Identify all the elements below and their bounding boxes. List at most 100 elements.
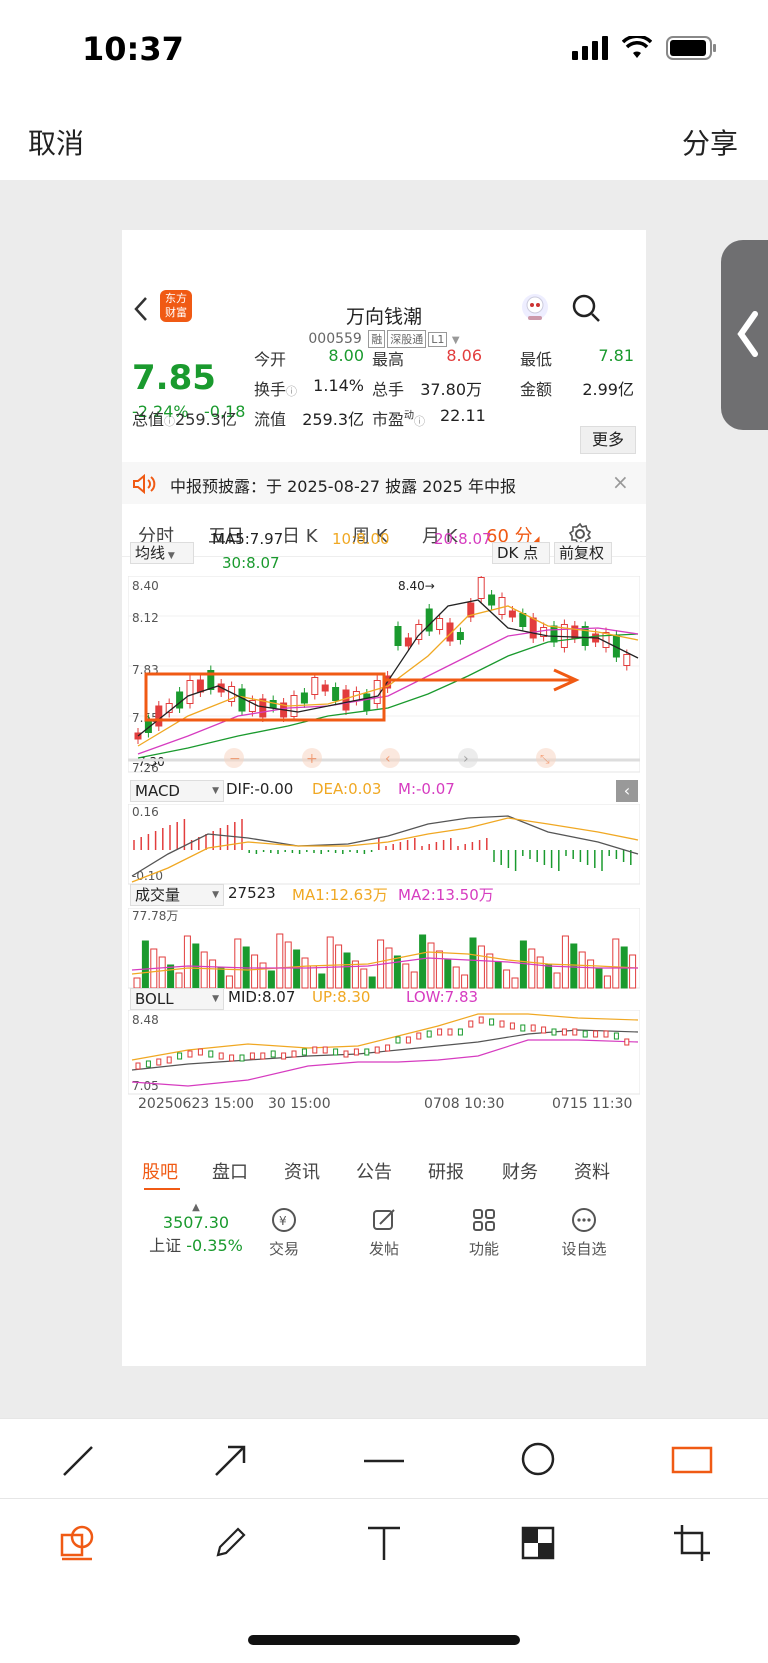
volume-bar [410, 971, 418, 989]
mosaic-tool-icon[interactable] [520, 1525, 556, 1561]
rectangle-tool-icon[interactable] [670, 1443, 714, 1477]
grid-icon [473, 1209, 495, 1231]
boll-candle [166, 1056, 172, 1064]
boll-candle [291, 1050, 297, 1058]
shapes-mode-icon[interactable] [58, 1523, 98, 1563]
volume-value: 37.80万 [420, 380, 482, 399]
candle-body [155, 705, 163, 727]
volume-bar [528, 948, 536, 989]
tab-guba[interactable]: 股吧 [142, 1158, 178, 1184]
boll-candle [156, 1058, 162, 1066]
svg-text:‹: ‹ [385, 751, 391, 767]
boll-candle [270, 1050, 276, 1058]
speaker-icon [133, 474, 156, 494]
candle-body [332, 687, 340, 701]
status-time: 10:37 [82, 30, 184, 68]
pencil-icon[interactable] [210, 1523, 250, 1563]
notice-text: 中报预披露：于 2025-08-27 披露 2025 年中报 [170, 477, 517, 496]
trade-button[interactable]: ¥ 交易 [252, 1206, 316, 1259]
dk-button[interactable]: DK 点 [492, 542, 550, 564]
side-drawer-handle[interactable] [721, 240, 768, 430]
candle-body [196, 679, 204, 693]
macd-select[interactable]: MACD ▼ [130, 780, 224, 802]
boll-tick-2: 7.05 [132, 1079, 159, 1093]
boll-candle [572, 1028, 578, 1036]
info-icon: ⓘ [286, 385, 298, 398]
boll-candle [374, 1046, 380, 1054]
tab-research[interactable]: 研报 [428, 1158, 464, 1184]
svg-text:+: + [306, 751, 318, 767]
chevron-left-icon [737, 311, 758, 357]
boll-tick-1: 8.48 [132, 1013, 159, 1027]
share-button[interactable]: 分享 [682, 122, 738, 162]
close-icon[interactable]: × [612, 470, 629, 494]
boll-candle [197, 1048, 203, 1056]
line-tool-icon[interactable] [58, 1441, 98, 1481]
bottom-dock: ▲ 3507.30 上证 -0.35% ¥ 交易 发帖 功能 设自选 [122, 1190, 646, 1366]
volume-bar [486, 953, 494, 989]
float-value: 259.3亿 [302, 410, 364, 429]
functions-button[interactable]: 功能 [452, 1206, 516, 1259]
tab-news[interactable]: 资讯 [284, 1158, 320, 1184]
amount-value: 2.99亿 [582, 380, 634, 399]
candle-body [623, 654, 631, 666]
open-label: 今开 [254, 350, 287, 369]
volume-select[interactable]: 成交量 ▼ [130, 884, 224, 906]
time-mid1: 30 15:00 [268, 1096, 331, 1112]
volume-bar [603, 975, 611, 989]
vol-ma2-label: MA2:13.50万 [398, 886, 494, 904]
boll-candle [405, 1036, 411, 1044]
more-button[interactable]: 更多 [580, 426, 636, 454]
tab-orderbook[interactable]: 盘口 [212, 1158, 248, 1184]
volume-bar [536, 956, 544, 989]
volume-bar [545, 964, 553, 989]
stock-screenshot-card: 东方 财富 万向钱潮 000559 融深股通 L1 ▼ 7.85 -2.24% -0… [122, 230, 646, 1366]
open-value: 8.00 [328, 346, 364, 365]
robot-assistant-icon[interactable] [520, 292, 550, 322]
volume-bar [503, 969, 511, 989]
mcap-value: 259.3亿 [175, 410, 237, 429]
arrow-tool-icon[interactable] [210, 1441, 250, 1481]
cancel-button[interactable]: 取消 [28, 122, 84, 162]
tab-profile[interactable]: 资料 [574, 1158, 610, 1184]
stock-name: 万向钱潮 [345, 306, 422, 328]
tab-financials[interactable]: 财务 [502, 1158, 538, 1184]
crop-tool-icon[interactable] [672, 1523, 712, 1563]
boll-candle [613, 1032, 619, 1040]
candle-body [498, 597, 506, 615]
horizontal-line-tool-icon[interactable] [362, 1441, 406, 1481]
collapse-panel-button[interactable]: ‹ [616, 780, 638, 802]
volume-bar [393, 955, 401, 989]
tab-daily[interactable]: 日 K [282, 522, 318, 548]
macd-tick-1: 0.16 [132, 805, 159, 819]
mcap-label: 总值ⓘ259.3亿 [132, 410, 237, 429]
boll-candle [260, 1052, 266, 1060]
volume-bar [318, 973, 326, 989]
volume-bar [368, 976, 376, 989]
adjust-button[interactable]: 前复权 [554, 542, 612, 564]
volume-bar [385, 947, 393, 989]
candle-body [321, 684, 329, 692]
post-button[interactable]: 发帖 [352, 1206, 416, 1259]
candle-body [508, 610, 516, 618]
notice-bar[interactable]: 中报预披露：于 2025-08-27 披露 2025 年中报 × [122, 462, 646, 504]
ma-select[interactable]: 均线 ▼ [130, 542, 194, 564]
volume-bar [587, 959, 595, 989]
text-tool-icon[interactable] [364, 1523, 404, 1563]
boll-select[interactable]: BOLL ▼ [130, 988, 224, 1010]
boll-candle [322, 1046, 328, 1054]
index-widget[interactable]: ▲ 3507.30 上证 -0.35% [136, 1202, 256, 1256]
candle-body [300, 692, 308, 704]
boll-candle [551, 1028, 557, 1036]
search-icon[interactable] [570, 292, 602, 324]
tab-announcements[interactable]: 公告 [356, 1158, 392, 1184]
volume-bar [553, 972, 561, 989]
volume-bar [561, 935, 569, 989]
watchlist-button[interactable]: 设自选 [552, 1206, 616, 1259]
circle-tool-icon[interactable] [518, 1439, 558, 1479]
boll-candle [624, 1038, 630, 1046]
volume-bar [175, 972, 183, 989]
boll-candle [593, 1030, 599, 1038]
candle-body [238, 688, 246, 712]
low-value: 7.81 [598, 346, 634, 365]
